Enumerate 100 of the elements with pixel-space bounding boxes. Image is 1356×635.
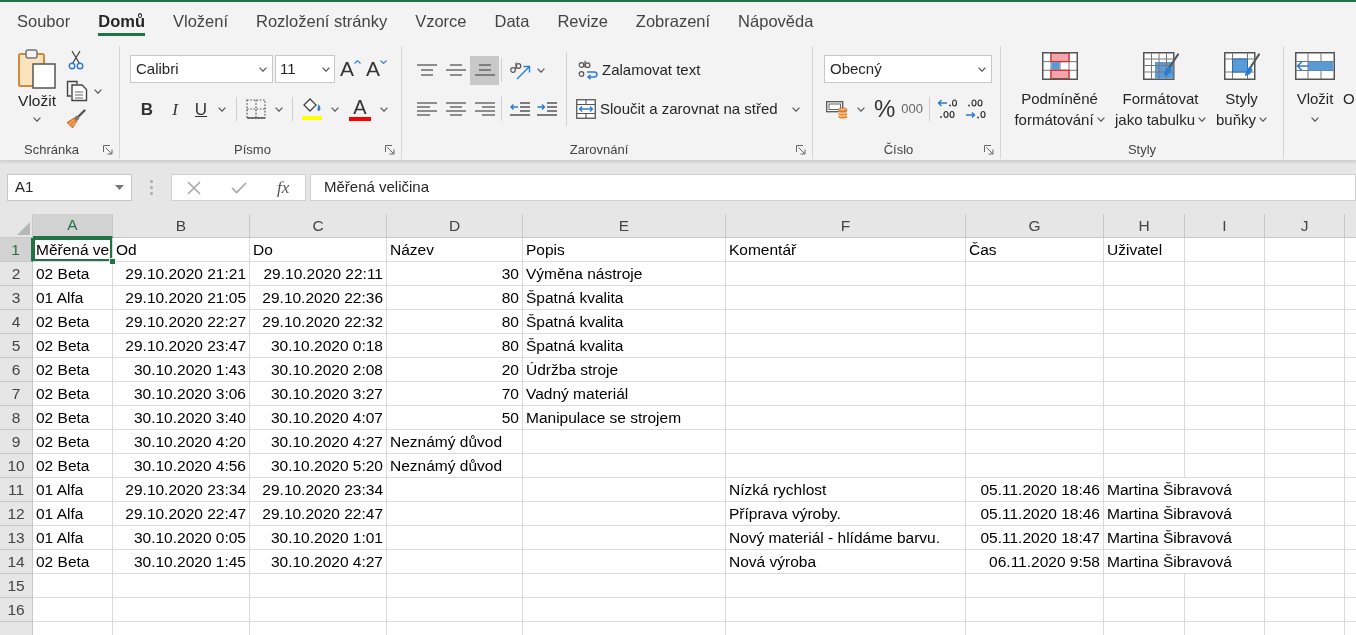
spreadsheet-cell[interactable]: 01 Alfa: [33, 526, 113, 550]
column-header[interactable]: I: [1185, 214, 1265, 238]
spreadsheet-cell[interactable]: 30.10.2020 2:08: [250, 358, 387, 382]
spreadsheet-cell[interactable]: [1185, 382, 1265, 406]
column-header[interactable]: B: [113, 214, 250, 238]
spreadsheet-cell[interactable]: [387, 526, 523, 550]
spreadsheet-cell[interactable]: [1265, 502, 1345, 526]
spreadsheet-cell[interactable]: 30.10.2020 3:40: [113, 406, 250, 430]
chevron-down-icon[interactable]: [1259, 117, 1267, 122]
paint-bucket-icon[interactable]: [302, 98, 322, 113]
bold-button[interactable]: B: [136, 97, 158, 121]
spreadsheet-cell[interactable]: [1104, 430, 1185, 454]
spreadsheet-cell[interactable]: [1265, 238, 1345, 262]
spreadsheet-cell[interactable]: [966, 358, 1104, 382]
spreadsheet-cell[interactable]: 02 Beta: [33, 262, 113, 286]
chevron-down-icon[interactable]: [259, 66, 267, 72]
spreadsheet-cell[interactable]: 29.10.2020 21:05: [113, 286, 250, 310]
spreadsheet-cell[interactable]: [966, 430, 1104, 454]
spreadsheet-cell[interactable]: [726, 382, 966, 406]
spreadsheet-cell[interactable]: [523, 454, 726, 478]
spreadsheet-cell[interactable]: [726, 262, 966, 286]
chevron-down-icon[interactable]: [380, 106, 388, 112]
fill-handle[interactable]: [109, 258, 116, 265]
spreadsheet-cell[interactable]: [1104, 406, 1185, 430]
select-all-icon[interactable]: [17, 222, 30, 235]
dialog-launcher-icon[interactable]: [385, 144, 395, 155]
spreadsheet-cell[interactable]: [33, 598, 113, 622]
spreadsheet-cell[interactable]: 01 Alfa: [33, 286, 113, 310]
column-header[interactable]: E: [523, 214, 726, 238]
spreadsheet-cell[interactable]: [1265, 286, 1345, 310]
grip-icon[interactable]: [150, 180, 153, 195]
spreadsheet-cell[interactable]: 50: [387, 406, 523, 430]
spreadsheet-cell[interactable]: 29.10.2020 21:21: [113, 262, 250, 286]
spreadsheet-cell[interactable]: [1265, 334, 1345, 358]
paintbrush-icon[interactable]: [66, 109, 86, 129]
spreadsheet-cell[interactable]: [1265, 526, 1345, 550]
chevron-down-icon[interactable]: [537, 67, 545, 73]
decrease-decimal-icon[interactable]: [965, 98, 988, 120]
chevron-down-icon[interactable]: [275, 106, 283, 112]
spreadsheet-cell[interactable]: Neznámý důvod: [387, 430, 523, 454]
spreadsheet-cell[interactable]: [1185, 310, 1265, 334]
row-header[interactable]: 15: [0, 574, 33, 598]
spreadsheet-cell[interactable]: 30.10.2020 1:45: [113, 550, 250, 574]
row-header[interactable]: 9: [0, 430, 33, 454]
formula-input[interactable]: Měřená veličina: [310, 174, 1356, 201]
chevron-down-icon[interactable]: [218, 106, 226, 112]
number-format-combo[interactable]: Obecný: [824, 55, 992, 83]
spreadsheet-cell[interactable]: [1185, 454, 1265, 478]
ribbon-tab[interactable]: Vložení: [172, 8, 228, 36]
spreadsheet-cell[interactable]: 20: [387, 358, 523, 382]
spreadsheet-cell[interactable]: Nový materiál - hlídáme barvu.: [726, 526, 966, 550]
spreadsheet-cell[interactable]: [1265, 406, 1345, 430]
spreadsheet-cell[interactable]: Nová výroba: [726, 550, 966, 574]
spreadsheet-cell[interactable]: 30.10.2020 1:43: [113, 358, 250, 382]
spreadsheet-cell[interactable]: Martina Šibravová: [1104, 526, 1265, 550]
spreadsheet-cell[interactable]: Neznámý důvod: [387, 454, 523, 478]
spreadsheet-cell[interactable]: [113, 598, 250, 622]
insert-function-button[interactable]: fx: [277, 177, 290, 198]
spreadsheet-cell[interactable]: [1265, 478, 1345, 502]
spreadsheet-cell[interactable]: [726, 286, 966, 310]
spreadsheet-cell[interactable]: Špatná kvalita: [523, 334, 726, 358]
increase-indent-icon[interactable]: [537, 102, 557, 116]
ribbon-tab[interactable]: Rozložení stránky: [256, 8, 388, 36]
spreadsheet-cell[interactable]: [387, 598, 523, 622]
spreadsheet-cell[interactable]: 30.10.2020 3:06: [113, 382, 250, 406]
paste-button[interactable]: Vložit: [12, 49, 62, 122]
spreadsheet-cell[interactable]: 06.11.2020 9:58: [966, 550, 1104, 574]
conditional-formatting-button[interactable]: Podmíněné formátování: [1012, 52, 1107, 130]
spreadsheet-cell[interactable]: 80: [387, 286, 523, 310]
spreadsheet-cell[interactable]: Název: [387, 238, 523, 262]
spreadsheet-cell[interactable]: [1185, 334, 1265, 358]
spreadsheet-cell[interactable]: [1265, 574, 1345, 598]
thousands-separator-button[interactable]: 000: [901, 101, 924, 117]
spreadsheet-cell[interactable]: 29.10.2020 22:11: [250, 262, 387, 286]
spreadsheet-cell[interactable]: [1265, 310, 1345, 334]
name-box[interactable]: A1: [7, 174, 132, 201]
spreadsheet-cell[interactable]: [523, 478, 726, 502]
row-header[interactable]: 6: [0, 358, 33, 382]
spreadsheet-cell[interactable]: Čas: [966, 238, 1104, 262]
font-name-combo[interactable]: Calibri: [130, 55, 273, 83]
underline-button[interactable]: U: [190, 97, 212, 121]
chevron-down-icon[interactable]: [322, 66, 330, 72]
row-header[interactable]: 2: [0, 262, 33, 286]
decrease-indent-icon[interactable]: [510, 102, 530, 116]
spreadsheet-cell[interactable]: 02 Beta: [33, 550, 113, 574]
spreadsheet-cell[interactable]: [966, 334, 1104, 358]
dropdown-triangle-icon[interactable]: [115, 185, 124, 190]
spreadsheet-cell[interactable]: [726, 598, 966, 622]
borders-icon[interactable]: [246, 99, 266, 119]
spreadsheet-cell[interactable]: Od: [113, 238, 250, 262]
spreadsheet-cell[interactable]: [966, 382, 1104, 406]
spreadsheet-cell[interactable]: [1185, 358, 1265, 382]
spreadsheet-cell[interactable]: [726, 454, 966, 478]
spreadsheet-cell[interactable]: [726, 310, 966, 334]
spreadsheet-cell[interactable]: [523, 574, 726, 598]
spreadsheet-cell[interactable]: [966, 406, 1104, 430]
ribbon-tab[interactable]: Soubor: [17, 8, 71, 36]
spreadsheet-cell[interactable]: [387, 550, 523, 574]
spreadsheet-cell[interactable]: [966, 454, 1104, 478]
spreadsheet-cell[interactable]: Příprava výroby.: [726, 502, 966, 526]
